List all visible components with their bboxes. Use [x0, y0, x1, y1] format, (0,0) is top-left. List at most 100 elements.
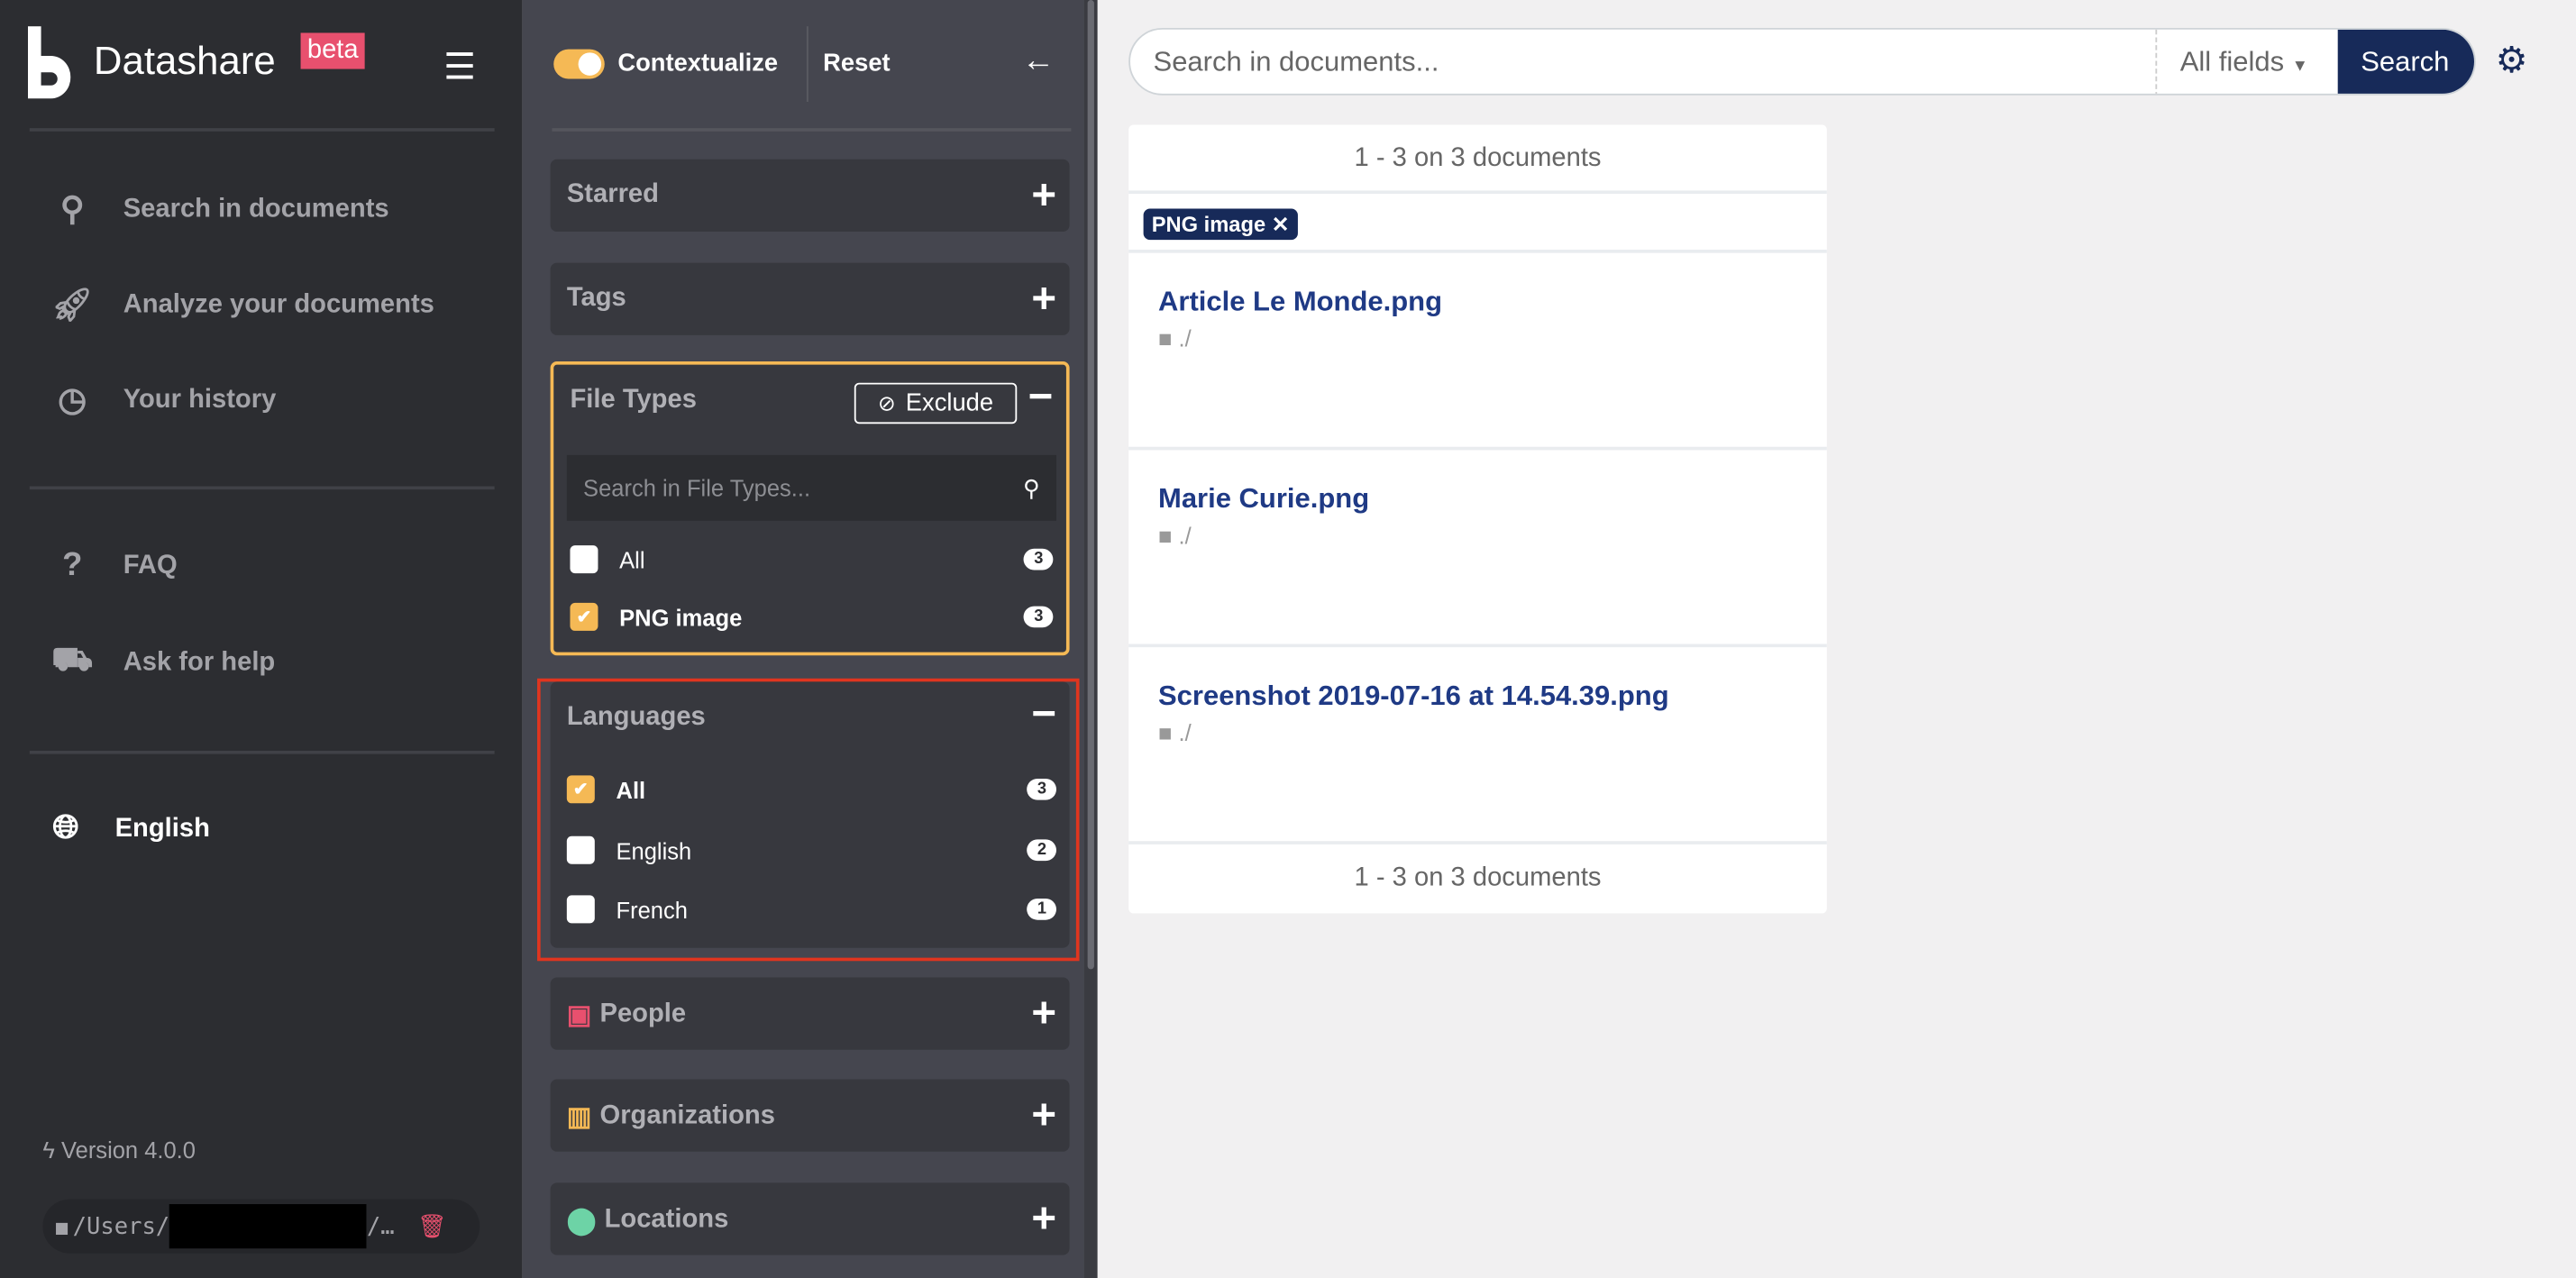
- caret-down-icon: ▼: [2291, 57, 2308, 76]
- map-marker-icon: ⬤: [566, 1207, 597, 1236]
- field-dropdown[interactable]: All fields ▼: [2155, 29, 2337, 94]
- contextualize-label[interactable]: Contextualize: [617, 50, 778, 78]
- field-label: All fields: [2179, 46, 2285, 78]
- nav-history[interactable]: ◷ Your history: [50, 379, 276, 421]
- nav-label: Ask for help: [123, 648, 276, 677]
- language-label: English: [114, 814, 210, 843]
- nav-faq[interactable]: ? FAQ: [50, 547, 178, 585]
- close-icon[interactable]: ✕: [1272, 212, 1290, 236]
- filter-title: Organizations: [599, 1102, 775, 1131]
- contextualize-toggle[interactable]: [553, 49, 605, 79]
- option-all[interactable]: ✔ All 3: [566, 775, 1056, 804]
- bolt-icon: ϟ: [42, 1137, 62, 1164]
- count-badge: 3: [1024, 606, 1054, 628]
- collapse-arrow-icon[interactable]: ←: [1022, 42, 1055, 80]
- redacted-block: [169, 1204, 367, 1249]
- filter-organizations[interactable]: ▥ Organizations +: [550, 1079, 1070, 1152]
- active-filter-badge[interactable]: PNG image ✕: [1143, 208, 1298, 241]
- document-item[interactable]: Screenshot 2019-07-16 at 14.54.39.png ■ .…: [1128, 647, 1827, 844]
- filter-tags[interactable]: Tags +: [550, 262, 1070, 335]
- results-summary-footer: 1 - 3 on 3 documents: [1354, 863, 1602, 892]
- checkbox-checked[interactable]: ✔: [566, 775, 595, 804]
- document-title[interactable]: Marie Curie.png: [1158, 483, 1797, 516]
- checkbox-checked[interactable]: ✔: [570, 602, 598, 631]
- folder-icon: ■: [1158, 324, 1179, 352]
- sidebar: Datashare beta ☰ ⚲ Search in documents 🚀︎…: [0, 0, 523, 1278]
- nav-search[interactable]: ⚲ Search in documents: [50, 189, 389, 231]
- folder-icon: ■: [1158, 719, 1179, 746]
- option-french[interactable]: French 1: [566, 895, 1056, 924]
- option-label: All: [619, 546, 645, 573]
- exclude-label: Exclude: [905, 388, 994, 417]
- document-path: ./: [1178, 522, 1192, 549]
- nav-label: Analyze your documents: [123, 289, 434, 318]
- option-all[interactable]: All 3: [570, 545, 1054, 574]
- checkbox[interactable]: [566, 895, 595, 924]
- search-icon: ⚲: [1023, 473, 1040, 501]
- filter-languages: Languages − ✔ All 3 English 2 French 1: [550, 681, 1070, 948]
- minus-icon[interactable]: −: [1028, 375, 1054, 417]
- document-item[interactable]: Article Le Monde.png ■ ./: [1128, 253, 1827, 451]
- option-label: French: [616, 896, 688, 923]
- document-item[interactable]: Marie Curie.png ■ ./: [1128, 450, 1827, 648]
- path-tail: /…: [366, 1213, 395, 1240]
- path-text: /Users/: [72, 1213, 170, 1240]
- option-label: PNG image: [619, 603, 743, 631]
- count-badge: 3: [1024, 548, 1054, 571]
- filter-title: Languages: [566, 703, 706, 732]
- badge-label: PNG image: [1151, 212, 1266, 237]
- settings-gear-icon[interactable]: ⚙: [2496, 40, 2528, 82]
- folder-icon: ■: [1158, 522, 1179, 549]
- search-icon: ⚲: [59, 192, 85, 229]
- filter-file-types: File Types ⊘ Exclude − Search in File Typ…: [550, 361, 1070, 656]
- document-title[interactable]: Article Le Monde.png: [1158, 286, 1797, 318]
- version-label: Version 4.0.0: [61, 1137, 196, 1164]
- ambulance-icon: ⛟: [51, 642, 94, 679]
- placeholder: Search in File Types...: [583, 474, 811, 501]
- datashare-logo-icon[interactable]: [27, 26, 71, 99]
- data-path-pill: ■ /Users/ /… 🗑︎: [42, 1199, 480, 1254]
- option-label: English: [616, 836, 692, 863]
- app-name: Datashare: [93, 39, 276, 84]
- filter-title: Tags: [566, 284, 626, 313]
- globe-icon: 🌐︎: [52, 809, 79, 846]
- file-types-search-input[interactable]: Search in File Types... ⚲: [566, 454, 1056, 521]
- document-title[interactable]: Screenshot 2019-07-16 at 14.54.39.png: [1158, 680, 1797, 713]
- filter-people[interactable]: ▣ People +: [550, 977, 1070, 1050]
- trash-icon[interactable]: 🗑︎: [417, 1213, 446, 1239]
- document-path: ./: [1178, 324, 1192, 352]
- checkbox[interactable]: [570, 545, 598, 574]
- option-english[interactable]: English 2: [566, 835, 1056, 864]
- results-list: 1 - 3 on 3 documents PNG image ✕ Article…: [1128, 124, 1827, 914]
- reset-button[interactable]: Reset: [823, 50, 890, 78]
- search-input[interactable]: Search in documents...: [1154, 46, 1439, 78]
- scrollbar[interactable]: [1083, 0, 1098, 1278]
- nav-label: Search in documents: [123, 194, 389, 223]
- plus-icon[interactable]: +: [1031, 1092, 1056, 1135]
- filter-starred[interactable]: Starred +: [550, 159, 1070, 233]
- clock-icon: ◷: [58, 382, 87, 419]
- folder-icon: ■: [55, 1214, 69, 1238]
- plus-icon[interactable]: +: [1031, 276, 1056, 318]
- person-icon: ▣: [566, 1001, 592, 1030]
- filter-locations[interactable]: ⬤ Locations +: [550, 1182, 1070, 1255]
- building-icon: ▥: [566, 1103, 592, 1132]
- nav-label: FAQ: [123, 551, 178, 580]
- filter-title: People: [599, 1000, 687, 1029]
- exclude-button[interactable]: ⊘ Exclude: [854, 382, 1018, 424]
- hamburger-menu-icon[interactable]: ☰: [443, 46, 476, 88]
- version: ϟ Version 4.0.0: [42, 1137, 196, 1163]
- nav-help[interactable]: ⛟ Ask for help: [50, 642, 276, 684]
- checkbox[interactable]: [566, 835, 595, 864]
- plus-icon[interactable]: +: [1031, 172, 1056, 215]
- minus-icon[interactable]: −: [1031, 691, 1056, 734]
- nav-analyze[interactable]: 🚀︎ Analyze your documents: [50, 284, 434, 325]
- language-selector[interactable]: 🌐︎ English: [42, 810, 210, 848]
- filter-title: Starred: [566, 180, 659, 209]
- search-bar: Search in documents... All fields ▼ Sear…: [1128, 27, 2476, 96]
- plus-icon[interactable]: +: [1031, 990, 1056, 1033]
- divider: [806, 26, 808, 103]
- option-png[interactable]: ✔ PNG image 3: [570, 602, 1054, 631]
- plus-icon[interactable]: +: [1031, 1196, 1056, 1238]
- search-button[interactable]: Search: [2337, 29, 2474, 94]
